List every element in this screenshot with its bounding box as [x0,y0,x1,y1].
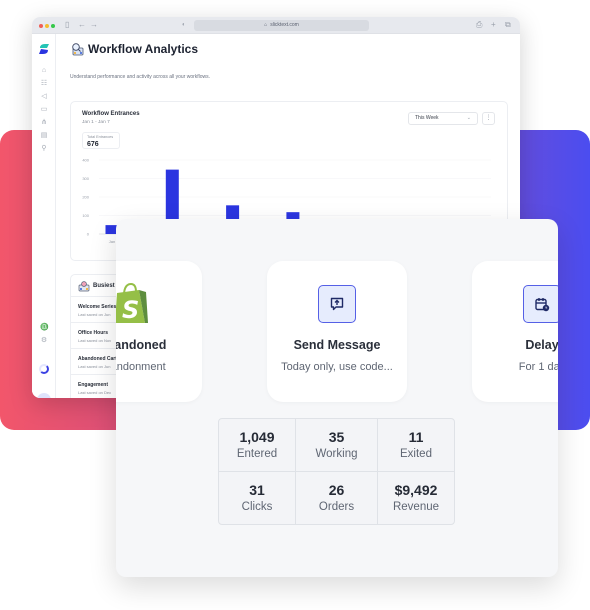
url-text: slicktext.com [270,22,299,28]
y-tick-label: 100 [82,213,89,218]
page-title-text: Workflow Analytics [88,42,199,56]
workflow-saved: Last saved on Dec [78,390,112,395]
new-tab-icon[interactable]: + [491,20,496,30]
period-select-value: This Week [415,115,439,121]
inbox-icon[interactable]: ▭ [40,106,48,114]
forward-arrow-icon[interactable]: → [90,20,98,30]
node-description: For 1 day [518,361,558,373]
workflow-saved: Last saved on Jun [78,364,111,369]
stats-grid: 1,049 Entered 35 Working 11 Exited 31 Cl… [218,418,455,525]
y-tick-label: 400 [82,158,89,163]
stat-label: Exited [400,448,432,460]
contacts-icon[interactable]: ☷ [40,80,48,88]
node-title: Delay [525,338,558,352]
workflow-node-abandoned[interactable]: S Abandoned abandonment [116,261,202,402]
workflow-name: Abandoned Cart [78,356,117,362]
sidebar-toggle-icon[interactable]: ▯ [65,20,69,30]
y-tick-label: 0 [87,232,90,237]
more-options-button[interactable]: ⋮ [482,112,495,125]
stat-exited: 11 Exited [378,419,454,472]
workflow-saved: Last saved on Jun [78,312,111,317]
workflow-name: Office Hours [78,330,109,336]
campaigns-icon[interactable]: ◁ [40,93,48,101]
stat-value: $9,492 [394,481,438,498]
lock-icon: ⌂ [264,22,268,28]
delay-icon-box [523,285,558,323]
back-arrow-icon[interactable]: ← [78,20,86,30]
card-title: Workflow Entrances [82,111,140,117]
bell-icon[interactable]: ♎ [40,324,49,332]
send-message-icon-box [318,285,356,323]
chevron-down-icon: ⌄ [466,115,471,121]
settings-icon[interactable]: ⚙ [40,337,48,345]
stat-value: 26 [328,481,345,498]
app-sidebar: ⌂ ☷ ◁ ▭ ⋔ ▤ ⚲ ♎ ⚙ ME [32,34,56,398]
close-window-button[interactable] [39,23,43,28]
total-entrances-value: 676 [87,141,99,148]
workflow-node-send-message[interactable]: Send Message Today only, use code... [267,261,407,402]
stat-working: 35 Working [296,419,378,472]
stat-label: Revenue [392,500,440,513]
node-title: Abandoned [116,338,167,352]
analytics-illustration-icon [72,43,84,56]
y-tick-label: 300 [82,176,89,181]
page-title: Workflow Analytics [88,42,198,56]
user-avatar[interactable]: ME [37,393,51,398]
minimize-window-button[interactable] [45,23,49,28]
shield-icon: ◐ [182,22,186,28]
stat-value: 31 [249,481,265,498]
svg-text:S: S [122,296,139,324]
busiest-illustration-icon [78,281,90,292]
calendar-clock-icon [535,298,550,312]
maximize-window-button[interactable] [51,23,55,28]
stat-label: Orders [318,500,355,513]
node-title: Send Message [293,338,381,352]
stat-orders: 26 Orders [296,471,378,524]
total-entrances-label: Total Entrances [87,135,114,139]
workflow-saved: Last saved on Nov [78,338,112,343]
workflow-name: Welcome Series [78,304,117,310]
share-icon[interactable]: ⎙ [476,20,482,30]
stat-value: 11 [408,429,424,445]
browser-toolbar: ▯ ← → ◐ ⌂ slicktext.com ⎙ + ⧉ [32,17,520,34]
x-tick-label: Jan [109,239,115,244]
date-range: Jan 1 - Jan 7 [82,120,110,125]
send-message-icon [330,297,344,311]
stat-label: Clicks [241,500,273,513]
workflow-node-delay[interactable]: Delay For 1 day [472,261,558,402]
period-select[interactable]: This Week ⌄ [408,112,478,125]
tools-icon[interactable]: ⚲ [40,145,48,153]
node-description: abandonment [116,361,166,373]
shopify-icon: S [116,283,148,324]
y-tick-label: 200 [82,195,89,200]
stat-entered: 1,049 Entered [219,419,296,472]
slicktext-logo-icon[interactable] [38,43,50,55]
stat-label: Entered [236,448,278,460]
total-entrances-box: Total Entrances 676 [82,132,120,149]
stat-label: Working [315,448,358,460]
workflows-icon[interactable]: ⋔ [40,119,48,127]
analytics-icon[interactable]: ▤ [40,132,48,140]
stat-value: 1,049 [239,429,275,445]
stat-clicks: 31 Clicks [219,471,296,524]
workflow-overview-panel: S Abandoned abandonment Send Message Tod… [116,219,558,577]
avatar-initials: ME [41,397,48,398]
node-description: Today only, use code... [281,361,393,373]
page-subtitle: Understand performance and activity acro… [70,74,211,80]
workflow-name: Engagement [78,382,109,388]
stat-revenue: $9,492 Revenue [378,472,454,525]
address-bar[interactable]: ⌂ slicktext.com [194,20,369,31]
stat-value: 35 [328,429,345,445]
tabs-overview-icon[interactable]: ⧉ [505,20,511,30]
loading-spinner [39,364,49,374]
home-icon[interactable]: ⌂ [40,67,48,75]
kebab-icon: ⋮ [485,115,492,121]
